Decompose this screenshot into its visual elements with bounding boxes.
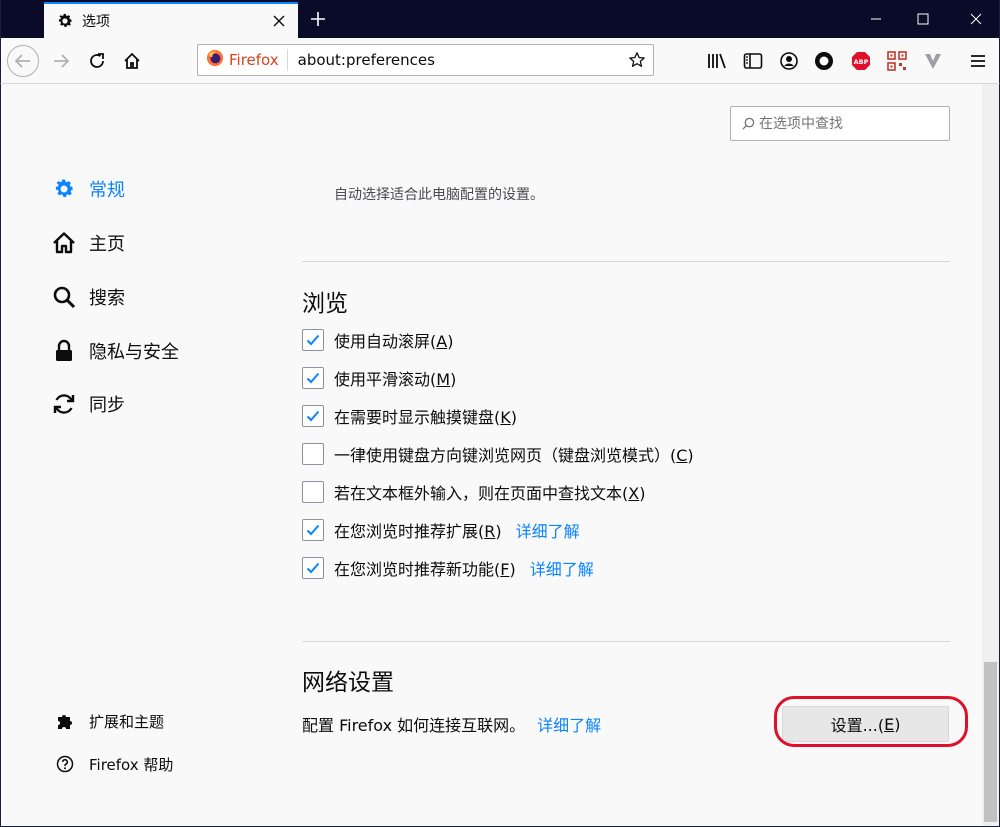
caret-browsing-checkbox[interactable] xyxy=(302,443,324,465)
tab-title: 选项 xyxy=(82,14,110,30)
firefox-help-link[interactable]: Firefox 帮助 xyxy=(55,752,173,776)
search-icon xyxy=(741,117,755,131)
back-button[interactable] xyxy=(7,45,39,77)
help-icon xyxy=(55,754,75,774)
extensions-themes-link[interactable]: 扩展和主题 xyxy=(55,709,164,733)
category-sync-label: 同步 xyxy=(89,395,125,416)
category-home-label: 主页 xyxy=(89,234,125,255)
scrollbar[interactable] xyxy=(982,84,999,826)
find-as-you-type-checkbox[interactable] xyxy=(302,481,324,503)
smooth-scroll-label: 使用平滑滚动(M) xyxy=(334,370,457,389)
sidebar-toggle-icon[interactable] xyxy=(742,50,764,72)
option-recommend-extensions[interactable]: 在您浏览时推荐扩展(R) 详细了解 xyxy=(302,518,580,542)
network-learn-more-link[interactable]: 详细了解 xyxy=(537,712,601,736)
puzzle-icon xyxy=(55,711,75,731)
new-tab-button[interactable] xyxy=(305,6,331,32)
caret-browsing-label: 一律使用键盘方向键浏览网页（键盘浏览模式）(C) xyxy=(334,446,694,465)
option-autoscroll[interactable]: 使用自动滚屏(A) xyxy=(302,328,453,352)
section-divider xyxy=(302,641,950,642)
find-as-you-type-label: 若在文本框外输入，则在页面中查找文本(X) xyxy=(334,484,646,503)
extension-ring-icon[interactable] xyxy=(813,50,835,72)
close-window-button[interactable] xyxy=(953,0,999,38)
menu-icon[interactable] xyxy=(967,50,989,72)
category-general-label: 常规 xyxy=(89,180,125,201)
option-find-as-you-type[interactable]: 若在文本框外输入，则在页面中查找文本(X) xyxy=(302,480,645,504)
qr-code-icon[interactable] xyxy=(886,50,908,72)
identity-box[interactable]: Firefox xyxy=(198,49,288,71)
gear-icon xyxy=(56,12,74,30)
svg-text:ABP: ABP xyxy=(854,58,869,66)
v-extension-icon[interactable] xyxy=(922,50,944,72)
preferences-search-input[interactable] xyxy=(759,115,939,132)
close-tab-icon[interactable] xyxy=(270,12,288,30)
option-touch-keyboard[interactable]: 在需要时显示触摸键盘(K) xyxy=(302,404,517,428)
preferences-content: 常规 主页 搜索 隐私与安全 同步 扩展和主题 Firefox 帮助 xyxy=(0,84,1000,827)
category-privacy[interactable]: 隐私与安全 xyxy=(51,336,179,366)
section-divider xyxy=(302,261,950,262)
title-bar: 选项 xyxy=(0,0,1000,38)
url-text[interactable]: about:preferences xyxy=(298,51,435,69)
firefox-logo-icon xyxy=(206,49,224,71)
performance-description: 自动选择适合此电脑配置的设置。 xyxy=(334,187,544,203)
autoscroll-label: 使用自动滚屏(A) xyxy=(334,332,454,351)
recommend-features-learn-more-link[interactable]: 详细了解 xyxy=(530,556,594,580)
category-general[interactable]: 常规 xyxy=(51,174,125,204)
firefox-help-label: Firefox 帮助 xyxy=(89,755,174,774)
home-button[interactable] xyxy=(116,45,148,77)
network-description-text: 配置 Firefox 如何连接互联网。 xyxy=(302,716,526,735)
maximize-button[interactable] xyxy=(900,0,946,38)
recommend-extensions-label: 在您浏览时推荐扩展(R) xyxy=(334,522,502,541)
network-settings-button[interactable]: 设置...(E) xyxy=(782,706,949,742)
option-smooth-scroll[interactable]: 使用平滑滚动(M) xyxy=(302,366,456,390)
minimize-button[interactable] xyxy=(853,0,899,38)
touch-keyboard-label: 在需要时显示触摸键盘(K) xyxy=(334,408,517,427)
network-description: 配置 Firefox 如何连接互联网。 详细了解 xyxy=(302,712,601,736)
touch-keyboard-checkbox[interactable] xyxy=(302,405,324,427)
forward-button[interactable] xyxy=(45,45,77,77)
recommend-features-checkbox[interactable] xyxy=(302,557,324,579)
lock-icon xyxy=(51,338,77,364)
category-home[interactable]: 主页 xyxy=(51,228,125,258)
reload-button[interactable] xyxy=(81,45,113,77)
category-privacy-label: 隐私与安全 xyxy=(89,342,179,363)
preferences-search-box[interactable] xyxy=(730,106,950,141)
tab-preferences[interactable]: 选项 xyxy=(44,2,298,38)
smooth-scroll-checkbox[interactable] xyxy=(302,367,324,389)
sync-icon xyxy=(51,391,77,417)
recommend-extensions-learn-more-link[interactable]: 详细了解 xyxy=(516,518,580,542)
browsing-section-title: 浏览 xyxy=(302,291,348,317)
library-icon[interactable] xyxy=(706,50,728,72)
home-icon xyxy=(51,230,77,256)
search-icon xyxy=(51,284,77,310)
adblock-plus-icon[interactable]: ABP xyxy=(850,50,872,72)
network-section-title: 网络设置 xyxy=(302,670,394,696)
bookmark-star-icon[interactable] xyxy=(627,50,647,70)
extensions-themes-label: 扩展和主题 xyxy=(89,712,165,731)
option-caret-browsing[interactable]: 一律使用键盘方向键浏览网页（键盘浏览模式）(C) xyxy=(302,442,694,466)
recommend-extensions-checkbox[interactable] xyxy=(302,519,324,541)
category-search-label: 搜索 xyxy=(89,288,125,309)
navigation-toolbar: Firefox about:preferences ABP xyxy=(0,38,1000,84)
scrollbar-thumb[interactable] xyxy=(984,662,997,822)
url-bar[interactable]: Firefox about:preferences xyxy=(197,44,654,76)
category-search[interactable]: 搜索 xyxy=(51,282,125,312)
gear-icon xyxy=(51,176,77,202)
autoscroll-checkbox[interactable] xyxy=(302,329,324,351)
account-icon[interactable] xyxy=(778,50,800,72)
category-sync[interactable]: 同步 xyxy=(51,389,125,419)
recommend-features-label: 在您浏览时推荐新功能(F) xyxy=(334,560,516,579)
option-recommend-features[interactable]: 在您浏览时推荐新功能(F) 详细了解 xyxy=(302,556,594,580)
identity-label: Firefox xyxy=(229,51,279,69)
